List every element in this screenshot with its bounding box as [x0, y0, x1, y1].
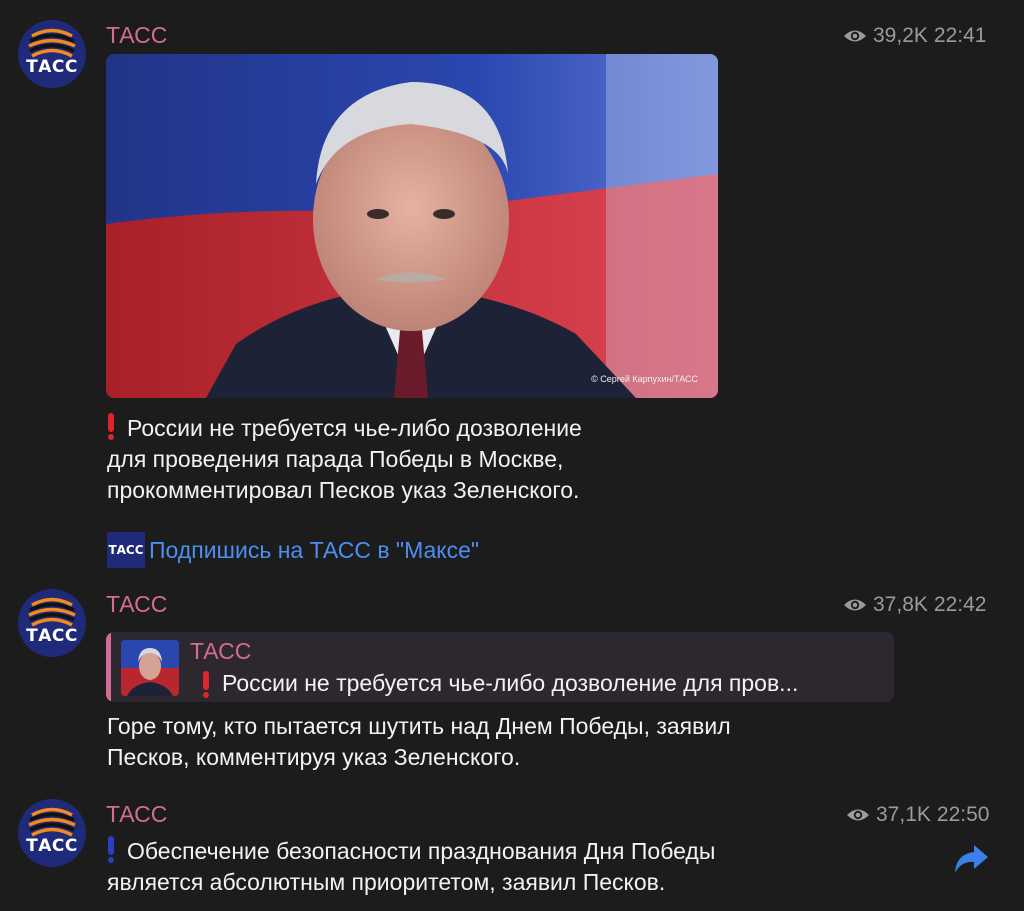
- sender-name[interactable]: ТАСС: [106, 22, 167, 49]
- message-text: Горе тому, кто пытается шутить над Днем …: [107, 711, 731, 773]
- message-time: 22:42: [933, 593, 987, 616]
- avatar-label: ТАСС: [26, 626, 78, 646]
- avatar-label: ТАСС: [26, 57, 78, 77]
- view-count: 37,8K: [873, 593, 928, 616]
- channel-avatar[interactable]: ТАСС: [18, 589, 86, 657]
- eye-icon: [844, 599, 866, 611]
- portrait-photo: [106, 54, 718, 398]
- photo-credit: © Сергей Карпухин/ТАСС: [591, 374, 698, 384]
- share-arrow-icon[interactable]: [952, 842, 990, 876]
- reply-text: России не требуется чье-либо дозволение …: [222, 670, 799, 696]
- eye-icon: [844, 30, 866, 42]
- message-meta: 37,1K 22:50: [846, 803, 989, 827]
- message-time: 22:41: [933, 24, 987, 47]
- text-line: Горе тому, кто пытается шутить над Днем …: [107, 713, 731, 739]
- subscribe-link[interactable]: ТАСС Подпишись на ТАСС в "Максе": [107, 532, 479, 568]
- channel-avatar[interactable]: ТАСС: [18, 799, 86, 867]
- red-exclamation-icon: [107, 413, 115, 440]
- message-text: Обеспечение безопасности празднования Дн…: [107, 836, 715, 898]
- red-exclamation-icon: [202, 670, 210, 698]
- reply-quote[interactable]: ТАСС России не требуется чье-либо дозвол…: [106, 632, 894, 702]
- message-time: 22:50: [936, 803, 990, 826]
- st-george-ribbon-icon: [28, 597, 76, 627]
- sender-name[interactable]: ТАСС: [106, 591, 167, 618]
- text-line: прокомментировал Песков указ Зеленского.: [107, 477, 580, 503]
- text-line: России не требуется чье-либо дозволение: [127, 415, 582, 441]
- sender-name[interactable]: ТАСС: [106, 801, 167, 828]
- avatar-label: ТАСС: [26, 836, 78, 856]
- st-george-ribbon-icon: [28, 807, 76, 837]
- message-photo[interactable]: © Сергей Карпухин/ТАСС: [106, 54, 718, 398]
- message-text: России не требуется чье-либо дозволение …: [107, 413, 582, 506]
- text-line: Обеспечение безопасности празднования Дн…: [127, 838, 716, 864]
- tass-logo-icon: ТАСС: [107, 532, 145, 568]
- channel-avatar[interactable]: ТАСС: [18, 20, 86, 88]
- eye-icon: [847, 809, 869, 821]
- view-count: 39,2K: [873, 24, 928, 47]
- view-count: 37,1K: [876, 803, 931, 826]
- reply-sender: ТАСС: [190, 638, 252, 664]
- reply-thumbnail: [121, 640, 179, 696]
- message-meta: 39,2K 22:41: [843, 24, 986, 48]
- message-meta: 37,8K 22:42: [843, 593, 986, 617]
- reply-text-row: России не требуется чье-либо дозволение …: [202, 670, 799, 698]
- text-line: является абсолютным приоритетом, заявил …: [107, 869, 666, 895]
- st-george-ribbon-icon: [28, 28, 76, 58]
- text-line: для проведения парада Победы в Москве,: [107, 446, 564, 472]
- reply-accent-bar: [106, 632, 111, 702]
- text-line: Песков, комментируя указ Зеленского.: [107, 744, 521, 770]
- subscribe-link-label[interactable]: Подпишись на ТАСС в "Максе": [149, 537, 479, 564]
- channel-feed: ТАСС ТАСС 39,2K 22:41 © Сергей Карпухин/…: [0, 0, 1024, 911]
- blue-exclamation-icon: [107, 836, 115, 863]
